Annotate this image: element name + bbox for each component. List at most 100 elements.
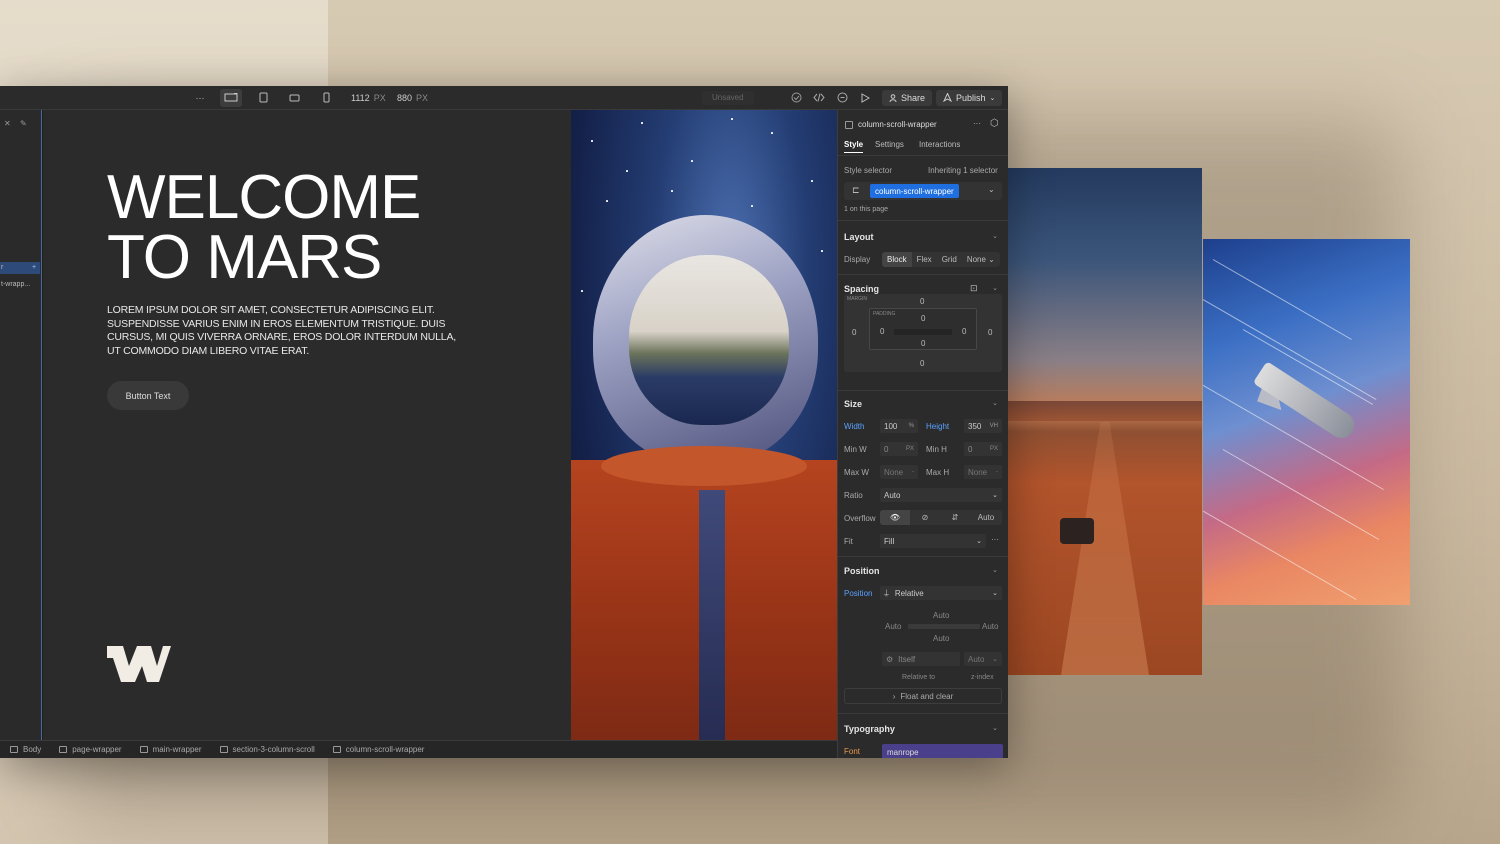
breadcrumb: Body page-wrapper main-wrapper section-3… xyxy=(0,740,837,758)
height-input[interactable]: 350 VH xyxy=(964,419,1002,433)
hero-paragraph[interactable]: LOREM IPSUM DOLOR SIT AMET, CONSECTETUR … xyxy=(107,304,467,358)
ratio-select[interactable]: Auto ⌄ xyxy=(880,488,1002,502)
astronaut-image[interactable] xyxy=(571,110,837,740)
breadcrumb-item[interactable]: section-3-column-scroll xyxy=(219,745,315,754)
hidden-eye-icon[interactable]: ⊘ xyxy=(910,510,940,525)
close-icon[interactable]: ✕ xyxy=(4,119,11,128)
pin-icon[interactable]: ✎ xyxy=(20,119,27,128)
spacing-box-model: MARGIN 0 0 0 0 PADDING 0 0 0 0 xyxy=(844,294,1002,372)
spacing-mode-icon[interactable]: ⊡ xyxy=(970,283,978,294)
font-label: Font xyxy=(844,747,861,756)
chevron-down-icon: ⌄ xyxy=(992,492,998,499)
navigator-item[interactable]: r xyxy=(1,264,3,271)
display-block-option[interactable]: Block xyxy=(882,252,912,267)
display-grid-option[interactable]: Grid xyxy=(937,252,962,267)
section-size-title[interactable]: Size xyxy=(844,399,862,409)
breadcrumb-item[interactable]: Body xyxy=(10,745,41,754)
margin-top[interactable]: 0 xyxy=(920,297,924,306)
position-left[interactable]: Auto xyxy=(885,622,901,631)
more-icon[interactable]: ··· xyxy=(973,119,981,128)
padding-top[interactable]: 0 xyxy=(921,314,925,323)
font-select[interactable]: manrope xyxy=(882,744,1003,758)
more-icon[interactable]: ··· xyxy=(190,86,210,110)
share-button[interactable]: Share xyxy=(882,89,933,106)
padding-bottom[interactable]: 0 xyxy=(921,339,925,348)
selected-element-name: column-scroll-wrapper xyxy=(858,120,937,129)
overflow-auto-option[interactable]: Auto xyxy=(970,510,1002,525)
chevron-down-icon[interactable]: ⌄ xyxy=(988,185,995,194)
chevron-down-icon[interactable]: ⌄ xyxy=(992,566,998,574)
position-right[interactable]: Auto xyxy=(982,622,998,631)
more-icon[interactable]: ··· xyxy=(991,535,999,544)
padding-left[interactable]: 0 xyxy=(880,327,884,336)
section-layout-title[interactable]: Layout xyxy=(844,232,874,242)
hero-heading[interactable]: WELCOME TO MARS xyxy=(107,167,421,289)
desert-photo xyxy=(1008,168,1202,675)
element-icon xyxy=(332,746,341,753)
ratio-label: Ratio xyxy=(844,491,863,500)
float-and-clear-button[interactable]: › Float and clear xyxy=(844,688,1002,704)
scroll-icon[interactable]: ⇵ xyxy=(940,510,970,525)
chevron-down-icon[interactable]: ⌄ xyxy=(992,399,998,407)
unsaved-indicator: Unsaved xyxy=(702,90,754,105)
navigator-item[interactable]: t-wrapp... xyxy=(1,281,30,288)
section-typography-title[interactable]: Typography xyxy=(844,724,895,734)
display-segmented-control[interactable]: Block Flex Grid None ⌄ xyxy=(882,252,1000,267)
breadcrumb-item[interactable]: page-wrapper xyxy=(59,745,122,754)
mobile-portrait-icon[interactable] xyxy=(315,89,337,107)
plus-icon[interactable]: + xyxy=(32,264,36,271)
relative-to-select[interactable]: ⚙ Itself xyxy=(882,652,960,666)
publish-button[interactable]: Publish ⌄ xyxy=(936,89,1003,106)
inheriting-label: Inheriting 1 selector xyxy=(928,166,998,175)
canvas-width[interactable]: 1112 PX xyxy=(351,86,386,110)
canvas-height[interactable]: 880 PX xyxy=(397,86,428,110)
breadcrumb-item[interactable]: main-wrapper xyxy=(139,745,202,754)
tab-interactions[interactable]: Interactions xyxy=(919,140,960,149)
max-height-input[interactable]: None - xyxy=(964,465,1002,479)
display-label: Display xyxy=(844,255,871,264)
style-selector-field[interactable]: ⊏ column-scroll-wrapper ⌄ xyxy=(844,182,1002,200)
settings-cube-icon[interactable]: ⬡ xyxy=(990,118,999,129)
min-width-input[interactable]: 0 PX xyxy=(880,442,918,456)
overflow-label: Overflow xyxy=(844,514,876,523)
section-position-title[interactable]: Position xyxy=(844,566,880,576)
hero-button[interactable]: Button Text xyxy=(107,381,189,410)
max-width-label: Max W xyxy=(844,468,869,477)
chevron-down-icon: ⌄ xyxy=(992,590,998,597)
selector-chip[interactable]: column-scroll-wrapper xyxy=(870,184,959,198)
margin-bottom[interactable]: 0 xyxy=(920,359,924,368)
comment-icon[interactable] xyxy=(834,86,850,110)
position-top[interactable]: Auto xyxy=(933,611,949,620)
tablet-breakpoint-icon[interactable] xyxy=(252,89,274,107)
visible-eye-icon[interactable]: 👁 xyxy=(880,510,910,525)
desktop-breakpoint-icon[interactable] xyxy=(220,88,242,107)
section-spacing-title[interactable]: Spacing xyxy=(844,284,879,294)
position-select[interactable]: ⍊ Relative ⌄ xyxy=(880,586,1002,600)
display-flex-option[interactable]: Flex xyxy=(912,252,937,267)
chevron-down-icon: ⌄ xyxy=(989,94,996,102)
position-bottom[interactable]: Auto xyxy=(933,634,949,643)
check-icon[interactable] xyxy=(788,86,804,110)
preview-play-icon[interactable] xyxy=(857,86,873,110)
design-canvas[interactable]: WELCOME TO MARS LOREM IPSUM DOLOR SIT AM… xyxy=(43,110,837,740)
element-icon xyxy=(219,746,228,753)
padding-right[interactable]: 0 xyxy=(962,327,966,336)
tab-style[interactable]: Style xyxy=(844,140,864,153)
display-none-option[interactable]: None ⌄ xyxy=(962,252,1000,267)
chevron-down-icon[interactable]: ⌄ xyxy=(992,232,998,240)
max-width-input[interactable]: None - xyxy=(880,465,918,479)
min-height-input[interactable]: 0 PX xyxy=(964,442,1002,456)
tab-settings[interactable]: Settings xyxy=(875,140,904,149)
mobile-landscape-icon[interactable] xyxy=(283,89,305,107)
position-label: Position xyxy=(844,589,873,598)
breadcrumb-item[interactable]: column-scroll-wrapper xyxy=(332,745,424,754)
z-index-input[interactable]: Auto ⌄ xyxy=(964,652,1002,666)
overflow-segmented-control[interactable]: 👁 ⊘ ⇵ Auto xyxy=(880,510,1002,525)
width-input[interactable]: 100% xyxy=(880,419,918,433)
code-icon[interactable] xyxy=(811,86,827,110)
margin-left[interactable]: 0 xyxy=(852,328,856,337)
chevron-down-icon[interactable]: ⌄ xyxy=(992,284,998,292)
chevron-down-icon[interactable]: ⌄ xyxy=(992,724,998,732)
margin-right[interactable]: 0 xyxy=(988,328,992,337)
fit-select[interactable]: Fill ⌄ xyxy=(880,534,986,548)
